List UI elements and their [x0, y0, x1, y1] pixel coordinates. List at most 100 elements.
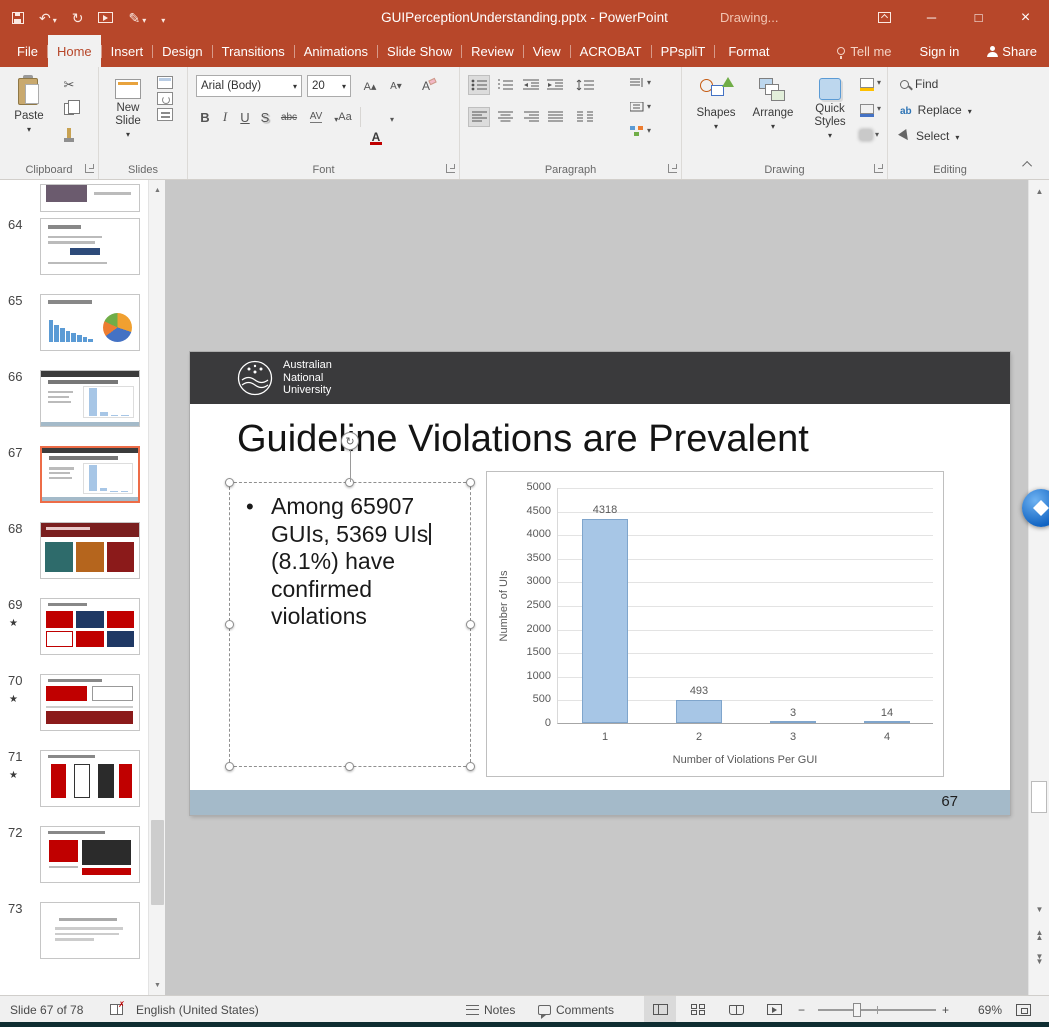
zoom-slider-track[interactable] — [818, 1009, 936, 1011]
font-size-combo[interactable]: 20 — [307, 75, 351, 97]
slide-thumbnail-71[interactable] — [40, 750, 140, 807]
slide-thumbnail-72[interactable] — [40, 826, 140, 883]
resize-handle[interactable] — [225, 478, 234, 487]
justify-button[interactable] — [544, 107, 566, 127]
change-case-button[interactable] — [330, 107, 356, 127]
ribbon-tab-file[interactable]: File — [8, 35, 47, 67]
close-button[interactable]: × — [1002, 0, 1049, 35]
character-spacing-button[interactable] — [304, 107, 328, 127]
shape-fill-button[interactable] — [860, 77, 881, 88]
zoom-in-button[interactable]: + — [942, 996, 949, 1023]
reset-slide-button[interactable] — [157, 92, 173, 105]
slide-thumbnail-69[interactable] — [40, 598, 140, 655]
clear-formatting-button[interactable] — [414, 76, 438, 96]
scroll-down-arrow[interactable]: ▼ — [1029, 900, 1049, 918]
shapes-button[interactable]: Shapes — [690, 71, 742, 133]
font-color-dropdown[interactable] — [386, 107, 398, 127]
italic-button[interactable] — [214, 107, 236, 127]
zoom-level[interactable]: 69% — [962, 996, 1002, 1023]
convert-to-smartart-button[interactable] — [630, 125, 651, 136]
rotate-handle[interactable]: ↻ — [341, 432, 359, 450]
bullet-paragraph[interactable]: • Among 65907GUIs, 5369 UIs(8.1%) haveco… — [246, 493, 466, 631]
quick-styles-button[interactable]: Quick Styles — [804, 71, 856, 142]
text-shadow-button[interactable] — [254, 107, 276, 127]
share-button[interactable]: Share — [987, 44, 1037, 59]
find-button[interactable]: Find — [900, 77, 938, 91]
slide-thumbnail-67[interactable] — [40, 446, 140, 503]
ribbon-tab-format[interactable]: Format — [719, 35, 778, 67]
slide-title[interactable]: Guideline Violations are Prevalent — [237, 418, 809, 461]
reading-view-button[interactable] — [720, 996, 752, 1023]
resize-handle[interactable] — [225, 620, 234, 629]
align-text-button[interactable] — [630, 101, 651, 112]
thumbnail-scroll-up-arrow[interactable]: ▲ — [149, 182, 166, 198]
next-slide-button[interactable]: ▼▼ — [1029, 950, 1049, 968]
resize-handle[interactable] — [225, 762, 234, 771]
slide-show-view-button[interactable] — [758, 996, 790, 1023]
bold-button[interactable] — [194, 107, 216, 127]
cut-button[interactable]: ✂ — [58, 75, 80, 95]
ribbon-tab-transitions[interactable]: Transitions — [213, 35, 294, 67]
chevron-down-icon[interactable] — [342, 80, 346, 92]
increase-indent-button[interactable] — [544, 75, 566, 95]
resize-handle[interactable] — [466, 478, 475, 487]
font-name-combo[interactable]: Arial (Body) — [196, 75, 302, 97]
chevron-down-icon[interactable] — [293, 80, 297, 92]
ribbon-tab-slide-show[interactable]: Slide Show — [378, 35, 461, 67]
slide-chart[interactable]: Number of UIs 43181493233144 Number of V… — [486, 471, 944, 777]
fit-to-window-button[interactable] — [1016, 996, 1031, 1023]
zoom-out-button[interactable]: − — [798, 996, 805, 1023]
customize-qat-button[interactable] — [161, 11, 165, 25]
slide-thumbnail-70[interactable] — [40, 674, 140, 731]
format-painter-button[interactable] — [58, 123, 80, 143]
collapse-ribbon-button[interactable] — [1019, 157, 1037, 171]
copy-button[interactable] — [58, 99, 80, 119]
align-left-button[interactable] — [468, 107, 490, 127]
pen-input-button[interactable]: ✎ — [128, 11, 146, 25]
shape-effects-button[interactable] — [860, 129, 879, 140]
slide-indicator[interactable]: Slide 67 of 78 — [10, 996, 83, 1023]
line-spacing-button[interactable] — [572, 75, 598, 95]
normal-view-button[interactable] — [644, 996, 676, 1023]
align-right-button[interactable] — [520, 107, 542, 127]
slide-thumbnail-64[interactable] — [40, 218, 140, 275]
paste-button[interactable]: Paste — [6, 71, 52, 136]
drawing-dialog-launcher[interactable] — [874, 164, 883, 173]
font-color-button[interactable] — [366, 127, 386, 147]
paragraph-dialog-launcher[interactable] — [668, 164, 677, 173]
slide-thumbnail-68[interactable] — [40, 522, 140, 579]
text-direction-button[interactable] — [630, 77, 651, 88]
arrange-button[interactable]: Arrange — [746, 71, 800, 133]
ribbon-tab-acrobat[interactable]: ACROBAT — [571, 35, 651, 67]
scrollbar-thumb[interactable] — [1031, 781, 1047, 813]
ribbon-tab-view[interactable]: View — [524, 35, 570, 67]
notes-button[interactable]: Notes — [466, 996, 515, 1023]
sign-in-button[interactable]: Sign in — [920, 44, 960, 59]
comments-button[interactable]: Comments — [538, 996, 614, 1023]
resize-handle[interactable] — [466, 762, 475, 771]
maximize-button[interactable]: □ — [955, 0, 1002, 35]
ribbon-tab-insert[interactable]: Insert — [102, 35, 153, 67]
shape-outline-button[interactable] — [860, 103, 881, 114]
bullet-text[interactable]: Among 65907GUIs, 5369 UIs(8.1%) haveconf… — [271, 493, 431, 631]
chevron-down-icon[interactable] — [142, 11, 146, 25]
replace-button[interactable]: Replace — [900, 103, 972, 117]
thumbnail-scrollbar-thumb[interactable] — [151, 820, 164, 905]
font-dialog-launcher[interactable] — [446, 164, 455, 173]
thumbnail-scroll-down-arrow[interactable]: ▼ — [149, 977, 166, 993]
strikethrough-button[interactable] — [276, 107, 302, 127]
previous-slide-button[interactable]: ▲▲ — [1029, 926, 1049, 944]
ribbon-tab-animations[interactable]: Animations — [295, 35, 377, 67]
increase-font-size-button[interactable] — [358, 76, 382, 96]
bullets-button[interactable] — [468, 75, 490, 95]
decrease-indent-button[interactable] — [520, 75, 542, 95]
slide-sorter-view-button[interactable] — [682, 996, 714, 1023]
minimize-button[interactable]: ─ — [908, 0, 955, 35]
start-from-beginning-button[interactable] — [98, 12, 113, 23]
redo-button[interactable]: ↻ — [72, 11, 84, 25]
resize-handle[interactable] — [466, 620, 475, 629]
proofing-status-button[interactable] — [110, 996, 123, 1023]
underline-button[interactable] — [234, 107, 256, 127]
section-button[interactable] — [157, 108, 173, 121]
slide-layout-button[interactable] — [157, 76, 173, 89]
